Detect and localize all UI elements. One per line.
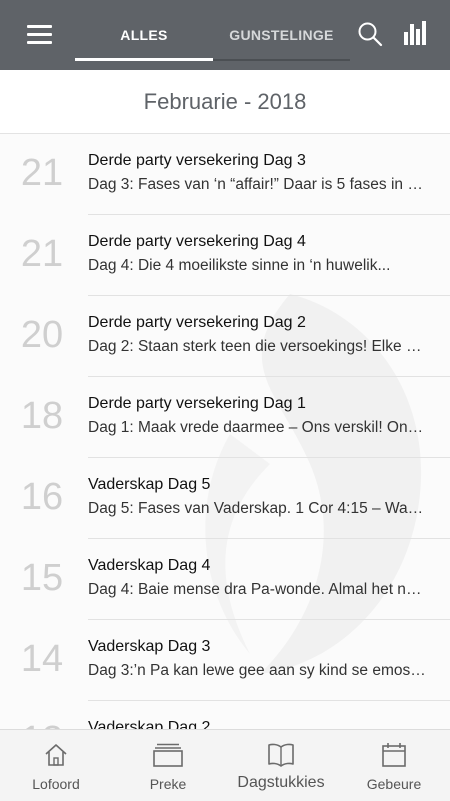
list-item[interactable]: 21 Derde party versekering Dag 4 Dag 4: … (0, 215, 450, 296)
entry-day: 15 (20, 557, 64, 599)
entry-title: Derde party versekering Dag 1 (88, 395, 306, 412)
list-item[interactable]: 18 Derde party versekering Dag 1 Dag 1: … (0, 377, 450, 458)
entry-description: Dag 2: Staan sterk teen die versoekings!… (88, 338, 426, 355)
month-title: Februarie - 2018 (0, 70, 450, 134)
media-icon (153, 743, 183, 767)
menu-icon[interactable] (27, 24, 53, 44)
nav-item-dagstukkies[interactable]: Dagstukkies (225, 730, 337, 801)
nav-label: Dagstukkies (237, 774, 325, 791)
entry-title: Derde party versekering Dag 2 (88, 314, 306, 331)
tab-indicator-track (213, 59, 350, 61)
entry-description: Dag 4: Baie mense dra Pa-wonde. Almal he… (88, 581, 426, 598)
month-title-text: Februarie - 2018 (143, 88, 307, 114)
nav-item-lofoord[interactable]: Lofoord (0, 730, 112, 801)
nav-label: Gebeure (366, 776, 422, 792)
nav-label: Lofoord (32, 776, 80, 792)
bottom-navigation: Lofoord Preke Dagstukkies Gebeure (0, 729, 450, 801)
entry-description: Dag 3:’n Pa kan lewe gee aan sy kind se … (88, 662, 426, 679)
entry-day: 21 (20, 233, 64, 275)
entry-description: Dag 5: Fases van Vaderskap. 1 Cor 4:15 –… (88, 500, 426, 517)
entry-day: 20 (20, 314, 64, 356)
nav-label: Preke (149, 776, 187, 792)
nav-item-preke[interactable]: Preke (112, 730, 224, 801)
list-item[interactable]: 14 Vaderskap Dag 3 Dag 3:’n Pa kan lewe … (0, 620, 450, 701)
tab-alles-label: ALLES (120, 27, 168, 43)
top-app-bar: ALLES GUNSTELINGE (0, 0, 450, 70)
nav-item-gebeure[interactable]: Gebeure (338, 730, 450, 801)
entry-title: Vaderskap Dag 4 (88, 557, 211, 574)
entry-title: Vaderskap Dag 5 (88, 476, 211, 493)
entry-day: 18 (20, 395, 64, 437)
home-icon (45, 744, 67, 766)
calendar-icon (382, 743, 406, 767)
bar-chart-icon[interactable] (403, 20, 427, 51)
tab-gunstelinge-label: GUNSTELINGE (229, 27, 334, 43)
list-item[interactable]: 13 Vaderskap Dag 2 (0, 701, 450, 730)
list-item[interactable]: 15 Vaderskap Dag 4 Dag 4: Baie mense dra… (0, 539, 450, 620)
entry-day: 14 (20, 638, 64, 680)
entry-day: 21 (20, 152, 64, 194)
list-item[interactable]: 21 Derde party versekering Dag 3 Dag 3: … (0, 134, 450, 215)
active-tab-indicator (75, 58, 213, 61)
list-item[interactable]: 16 Vaderskap Dag 5 Dag 5: Fases van Vade… (0, 458, 450, 539)
book-icon (268, 743, 294, 767)
entry-description: Dag 1: Maak vrede daarmee – Ons verskil!… (88, 419, 426, 436)
entry-title: Derde party versekering Dag 3 (88, 152, 306, 169)
entry-description: Dag 3: Fases van ‘n “affair!” Daar is 5 … (88, 176, 426, 193)
entry-day: 16 (20, 476, 64, 518)
entry-description: Dag 4: Die 4 moeilikste sinne in ‘n huwe… (88, 257, 391, 274)
entry-title: Vaderskap Dag 3 (88, 638, 211, 655)
entry-title: Derde party versekering Dag 4 (88, 233, 306, 250)
list-item[interactable]: 20 Derde party versekering Dag 2 Dag 2: … (0, 296, 450, 377)
devotional-list[interactable]: 21 Derde party versekering Dag 3 Dag 3: … (0, 134, 450, 730)
search-icon[interactable] (357, 21, 383, 52)
